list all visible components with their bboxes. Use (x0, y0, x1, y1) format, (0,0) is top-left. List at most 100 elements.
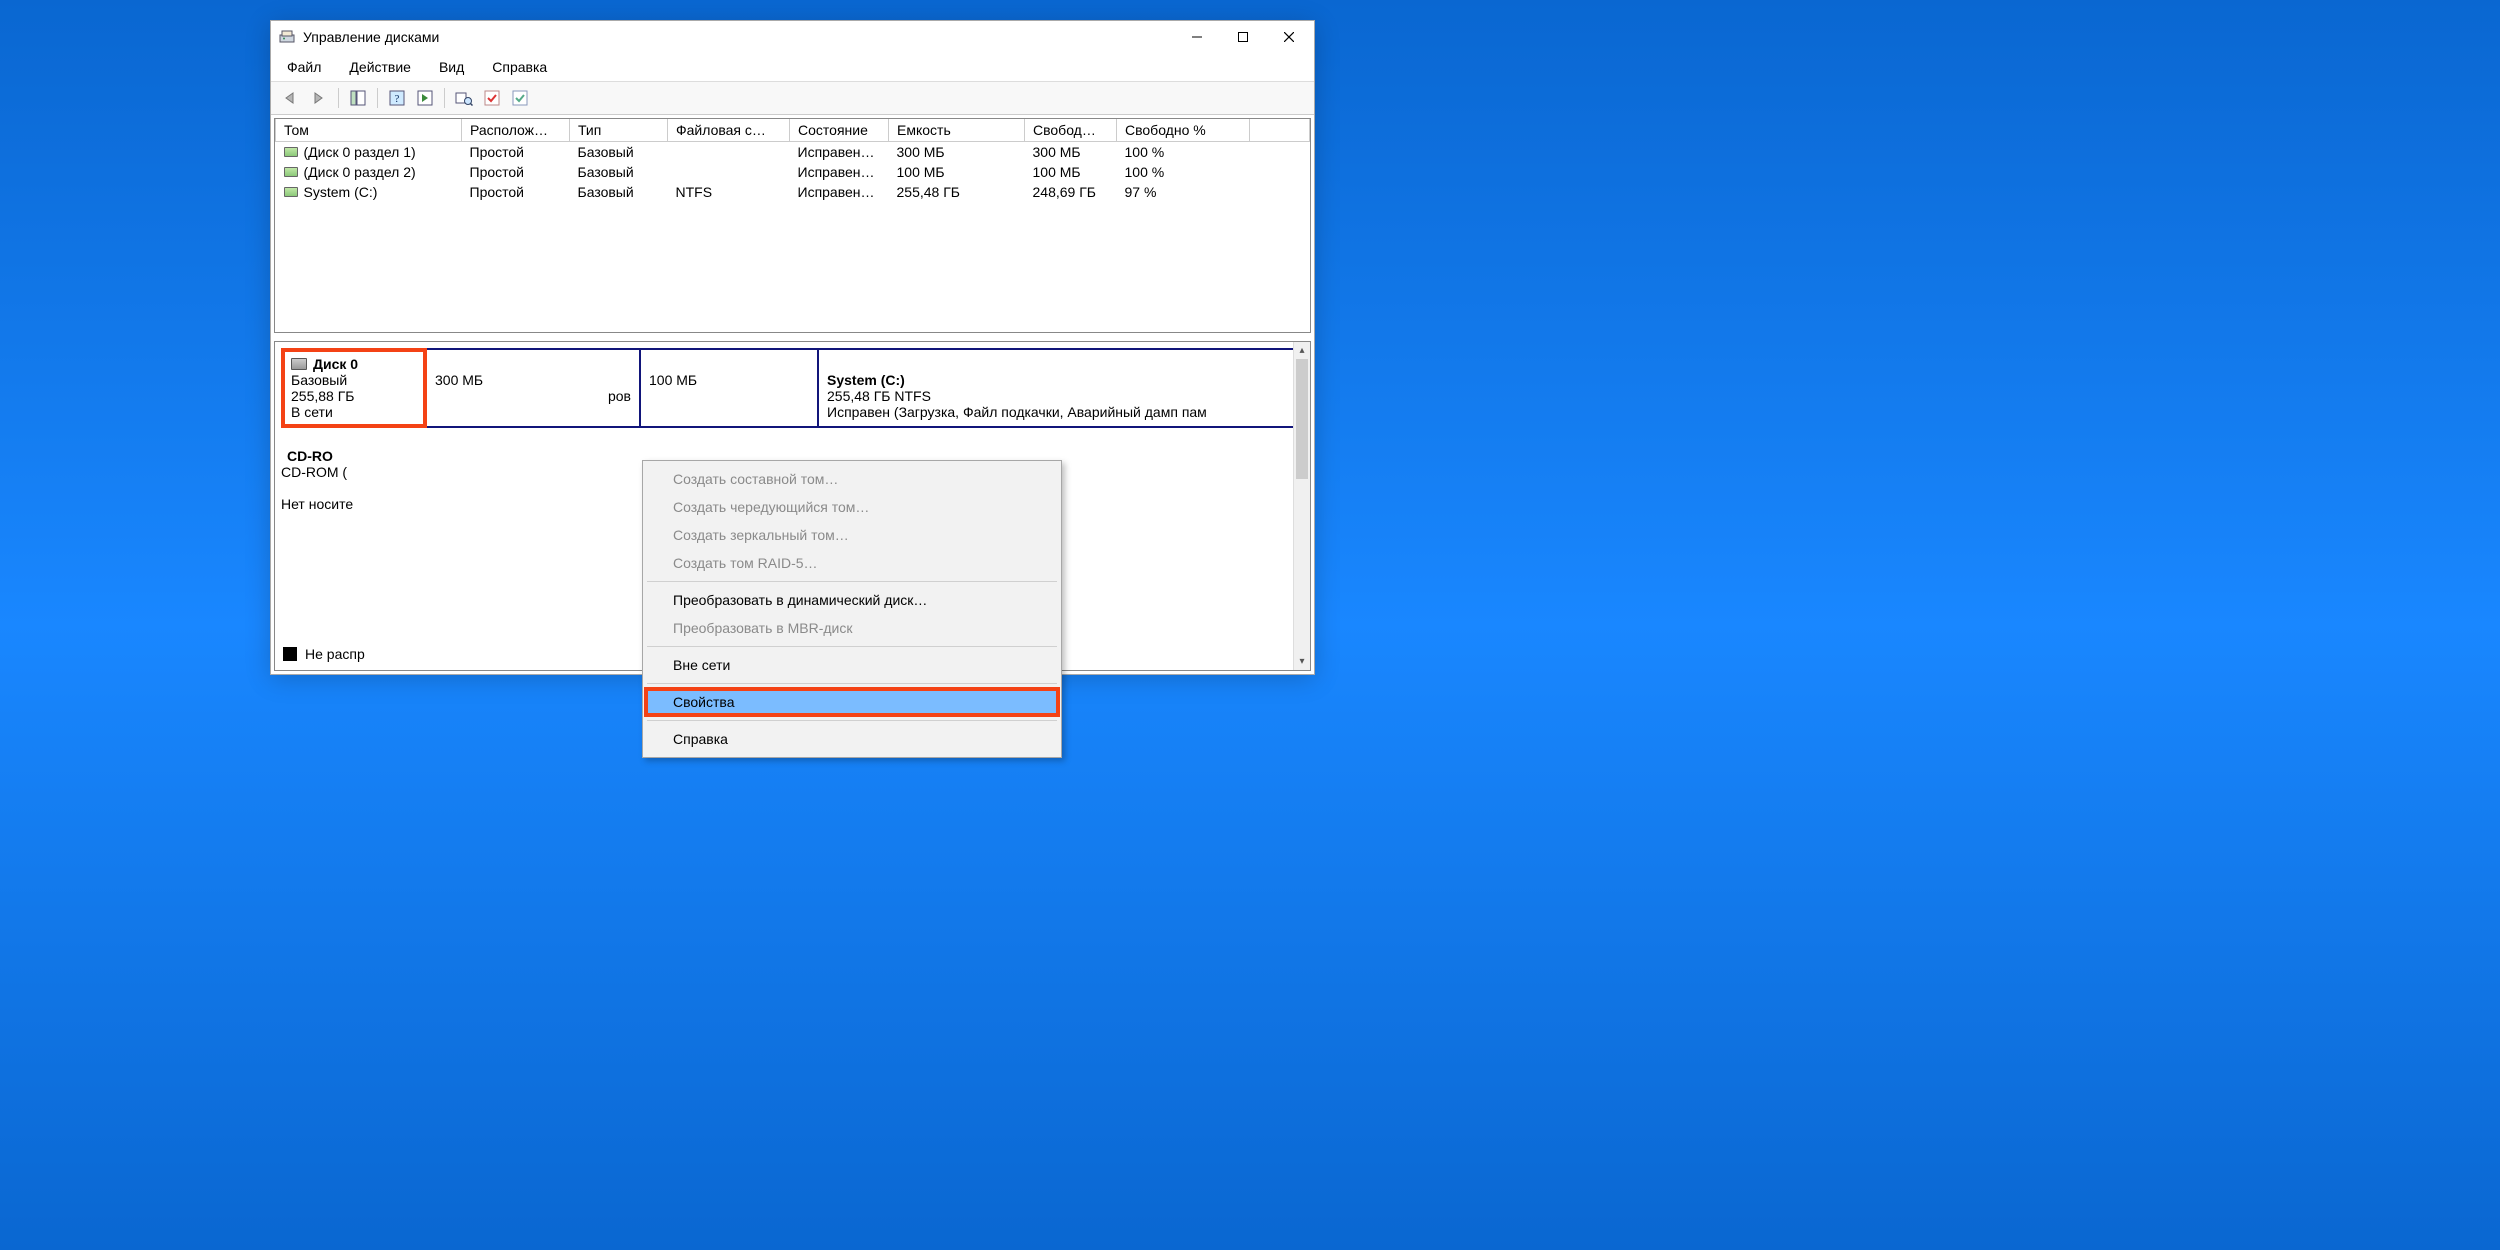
back-button[interactable] (279, 86, 303, 110)
app-icon (279, 29, 295, 45)
menu-separator (647, 646, 1057, 647)
volume-free: 100 МБ (1025, 162, 1117, 182)
volume-name: (Диск 0 раздел 1) (304, 144, 416, 160)
volume-freepct: 97 % (1117, 182, 1250, 202)
disk-0-kind: Базовый (291, 372, 417, 388)
col-fs[interactable]: Файловая с… (668, 119, 790, 142)
close-button[interactable] (1266, 22, 1312, 52)
checked-list-alt-button[interactable] (508, 86, 532, 110)
menu-separator (647, 581, 1057, 582)
col-layout[interactable]: Располож… (462, 119, 570, 142)
scroll-thumb[interactable] (1296, 359, 1308, 479)
volumes-empty-space (275, 202, 1310, 332)
volume-layout: Простой (462, 142, 570, 163)
volume-fs (668, 162, 790, 182)
disk-0-partitions: 300 МБ ров 100 МБ System (C:) 255,48 ГБ … (427, 350, 1302, 426)
volume-type: Базовый (570, 182, 668, 202)
volume-name: (Диск 0 раздел 2) (304, 164, 416, 180)
partition-1-size: 300 МБ (435, 372, 631, 388)
volume-row[interactable]: (Диск 0 раздел 1) ПростойБазовый Исправен…… (276, 142, 1310, 163)
disk-0-row: Диск 0 Базовый 255,88 ГБ В сети 300 МБ р… (281, 348, 1304, 428)
toolbar-separator (377, 88, 378, 108)
help-button[interactable]: ? (385, 86, 409, 110)
col-spacer (1250, 119, 1310, 142)
toolbar-separator (444, 88, 445, 108)
legend: Не распр (283, 646, 365, 662)
cdrom-name: CD-RO (287, 448, 333, 464)
volume-status: Исправен… (790, 162, 889, 182)
menu-item: Создать том RAID-5… (645, 549, 1059, 577)
titlebar: Управление дисками (271, 21, 1314, 53)
col-volume[interactable]: Том (276, 119, 462, 142)
console-tree-button[interactable] (346, 86, 370, 110)
partition-3-size: 255,48 ГБ NTFS (827, 388, 1294, 404)
minimize-button[interactable] (1174, 22, 1220, 52)
partition-2[interactable]: 100 МБ (641, 350, 817, 426)
col-status[interactable]: Состояние (790, 119, 889, 142)
menubar: Файл Действие Вид Справка (271, 53, 1314, 82)
window-controls (1174, 22, 1312, 52)
col-type[interactable]: Тип (570, 119, 668, 142)
menu-file[interactable]: Файл (279, 57, 329, 77)
scroll-down-button[interactable]: ▾ (1294, 653, 1310, 670)
disk-0-name: Диск 0 (313, 356, 358, 372)
menu-action[interactable]: Действие (341, 57, 419, 77)
checked-list-button[interactable] (480, 86, 504, 110)
menu-separator (647, 683, 1057, 684)
svg-text:?: ? (395, 93, 400, 105)
menu-view[interactable]: Вид (431, 57, 472, 77)
legend-swatch-unallocated (283, 647, 297, 661)
partition-3-title: System (C:) (827, 372, 1294, 388)
menu-separator (647, 720, 1057, 721)
partition-3-status: Исправен (Загрузка, Файл подкачки, Авари… (827, 404, 1294, 420)
menu-item[interactable]: Преобразовать в динамический диск… (645, 586, 1059, 614)
volume-row[interactable]: System (C:)ПростойБазовыйNTFSИсправен…25… (276, 182, 1310, 202)
volume-capacity: 300 МБ (889, 142, 1025, 163)
col-free[interactable]: Свобод… (1025, 119, 1117, 142)
volume-fs (668, 142, 790, 163)
menu-item: Создать составной том… (645, 465, 1059, 493)
volume-status: Исправен… (790, 142, 889, 163)
cdrom-kind: CD-ROM ( (281, 464, 381, 480)
col-capacity[interactable]: Емкость (889, 119, 1025, 142)
menu-item[interactable]: Свойства (645, 688, 1059, 716)
toolbar: ? (271, 82, 1314, 115)
volumes-pane: Том Располож… Тип Файловая с… Состояние … (274, 118, 1311, 333)
disk-management-window: Управление дисками Файл Действие Вид Спр… (270, 20, 1315, 675)
window-title: Управление дисками (303, 29, 1174, 45)
partition-3[interactable]: System (C:) 255,48 ГБ NTFS Исправен (Заг… (819, 350, 1302, 426)
volume-free: 300 МБ (1025, 142, 1117, 163)
partition-2-size: 100 МБ (649, 372, 809, 388)
volume-row[interactable]: (Диск 0 раздел 2) ПростойБазовый Исправен…… (276, 162, 1310, 182)
col-freepct[interactable]: Свободно % (1117, 119, 1250, 142)
menu-help[interactable]: Справка (484, 57, 555, 77)
vertical-scrollbar[interactable]: ▴ ▾ (1293, 342, 1310, 670)
volume-fs: NTFS (668, 182, 790, 202)
legend-label-unallocated: Не распр (305, 646, 365, 662)
maximize-button[interactable] (1220, 22, 1266, 52)
refresh-button[interactable] (413, 86, 437, 110)
volume-layout: Простой (462, 162, 570, 182)
volume-layout: Простой (462, 182, 570, 202)
menu-item: Преобразовать в MBR-диск (645, 614, 1059, 642)
volumes-table: Том Располож… Тип Файловая с… Состояние … (275, 119, 1310, 202)
menu-item: Создать зеркальный том… (645, 521, 1059, 549)
rescan-button[interactable] (452, 86, 476, 110)
menu-item: Создать чередующийся том… (645, 493, 1059, 521)
volume-free: 248,69 ГБ (1025, 182, 1117, 202)
menu-item[interactable]: Справка (645, 725, 1059, 753)
volumes-table-header: Том Располож… Тип Файловая с… Состояние … (276, 119, 1310, 142)
volume-type: Базовый (570, 162, 668, 182)
disk-context-menu: Создать составной том…Создать чередующий… (642, 460, 1062, 758)
volume-name: System (C:) (304, 184, 378, 200)
volume-freepct: 100 % (1117, 142, 1250, 163)
menu-item[interactable]: Вне сети (645, 651, 1059, 679)
partition-1-status: ров (435, 388, 631, 404)
forward-button[interactable] (307, 86, 331, 110)
cdrom-nomedia: Нет носите (281, 496, 381, 512)
scroll-up-button[interactable]: ▴ (1294, 342, 1310, 359)
volume-capacity: 255,48 ГБ (889, 182, 1025, 202)
volume-type: Базовый (570, 142, 668, 163)
disk-0-header[interactable]: Диск 0 Базовый 255,88 ГБ В сети (283, 350, 425, 426)
partition-1[interactable]: 300 МБ ров (427, 350, 639, 426)
